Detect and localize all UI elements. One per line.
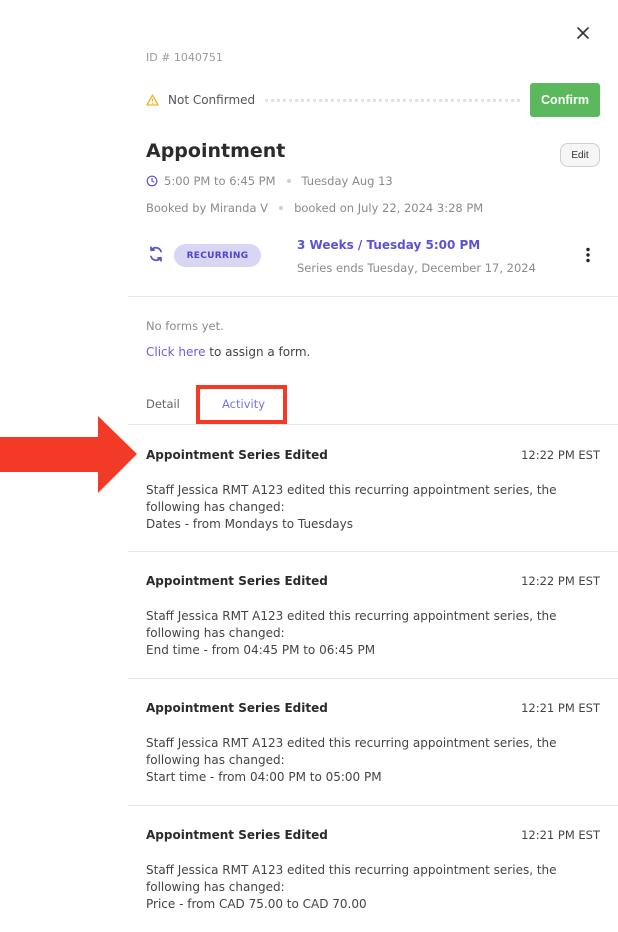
recurrence-pattern[interactable]: 3 Weeks / Tuesday 5:00 PM bbox=[297, 238, 480, 252]
booked-by: Booked by Miranda V bbox=[146, 201, 269, 215]
separator-dot bbox=[286, 179, 291, 183]
activity-line: following has changed: bbox=[146, 500, 285, 514]
activity-line: following has changed: bbox=[146, 626, 285, 640]
activity-title: Appointment Series Edited bbox=[146, 574, 328, 588]
edit-button[interactable]: Edit bbox=[560, 143, 600, 167]
tab-detail[interactable]: Detail bbox=[146, 397, 180, 411]
separator-dot bbox=[279, 206, 284, 210]
activity-line: following has changed: bbox=[146, 753, 285, 767]
activity-description: Staff Jessica RMT A123 edited this recur… bbox=[146, 482, 600, 533]
activity-line: Staff Jessica RMT A123 edited this recur… bbox=[146, 863, 557, 877]
series-end: Series ends Tuesday, December 17, 2024 bbox=[297, 261, 536, 275]
section-divider bbox=[128, 296, 618, 297]
activity-line: Staff Jessica RMT A123 edited this recur… bbox=[146, 736, 557, 750]
assign-form-link[interactable]: Click here bbox=[146, 345, 205, 359]
confirm-button[interactable]: Confirm bbox=[530, 83, 600, 117]
activity-title: Appointment Series Edited bbox=[146, 828, 328, 842]
activity-description: Staff Jessica RMT A123 edited this recur… bbox=[146, 862, 600, 913]
activity-line: following has changed: bbox=[146, 880, 285, 894]
recurring-badge: RECURRING bbox=[174, 244, 261, 267]
time-row: 5:00 PM to 6:45 PM Tuesday Aug 13 bbox=[146, 174, 393, 188]
close-button[interactable] bbox=[572, 22, 594, 44]
status-text: Not Confirmed bbox=[168, 93, 256, 107]
no-forms-text: No forms yet. bbox=[146, 319, 224, 333]
tabs-divider bbox=[128, 424, 618, 425]
activity-item: Appointment Series Edited 12:22 PM EST S… bbox=[146, 448, 600, 533]
activity-item: Appointment Series Edited 12:21 PM EST S… bbox=[146, 828, 600, 913]
activity-line: Start time - from 04:00 PM to 05:00 PM bbox=[146, 770, 382, 784]
more-vertical-icon bbox=[586, 247, 590, 263]
activity-line: End time - from 04:45 PM to 06:45 PM bbox=[146, 643, 376, 657]
activity-line: Dates - from Mondays to Tuesdays bbox=[146, 517, 354, 531]
activity-item: Appointment Series Edited 12:21 PM EST S… bbox=[146, 701, 600, 786]
activity-description: Staff Jessica RMT A123 edited this recur… bbox=[146, 608, 600, 659]
activity-time: 12:22 PM EST bbox=[521, 448, 600, 462]
activity-time: 12:21 PM EST bbox=[521, 701, 600, 715]
activity-time: 12:22 PM EST bbox=[521, 574, 600, 588]
activity-line: Staff Jessica RMT A123 edited this recur… bbox=[146, 609, 557, 623]
activity-line: Price - from CAD 75.00 to CAD 70.00 bbox=[146, 897, 367, 911]
booked-on: booked on July 22, 2024 3:28 PM bbox=[294, 201, 484, 215]
activity-tab-highlight bbox=[196, 385, 287, 424]
clock-icon bbox=[146, 175, 158, 187]
booking-row: Booked by Miranda V booked on July 22, 2… bbox=[146, 201, 483, 215]
close-icon bbox=[577, 27, 589, 39]
activity-divider bbox=[128, 805, 618, 806]
assign-form-suffix: to assign a form. bbox=[205, 345, 311, 359]
activity-time: 12:21 PM EST bbox=[521, 828, 600, 842]
activity-divider bbox=[128, 678, 618, 679]
activity-description: Staff Jessica RMT A123 edited this recur… bbox=[146, 735, 600, 786]
arrow-right-icon bbox=[0, 416, 137, 493]
activity-line: Staff Jessica RMT A123 edited this recur… bbox=[146, 483, 557, 497]
activity-title: Appointment Series Edited bbox=[146, 448, 328, 462]
status-row: Not Confirmed Confirm bbox=[146, 83, 600, 117]
activity-title: Appointment Series Edited bbox=[146, 701, 328, 715]
activity-item: Appointment Series Edited 12:22 PM EST S… bbox=[146, 574, 600, 659]
assign-form-row: Click here to assign a form. bbox=[146, 345, 310, 359]
time-range: 5:00 PM to 6:45 PM bbox=[164, 174, 276, 188]
appointment-date: Tuesday Aug 13 bbox=[301, 174, 393, 188]
recurring-icon bbox=[146, 244, 166, 264]
more-button[interactable] bbox=[578, 243, 598, 267]
appointment-id: ID # 1040751 bbox=[146, 51, 223, 64]
status-divider bbox=[265, 98, 520, 102]
page-title: Appointment bbox=[146, 140, 286, 162]
activity-divider bbox=[128, 551, 618, 552]
warning-icon bbox=[146, 93, 160, 107]
